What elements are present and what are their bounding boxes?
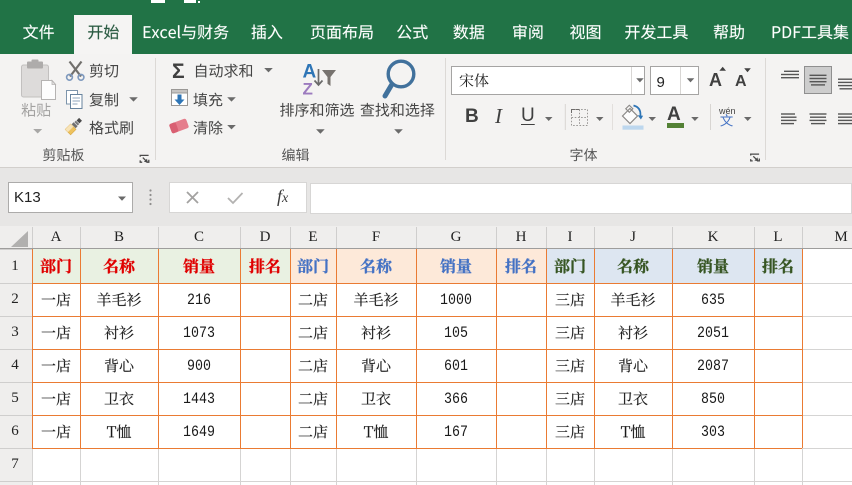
svg-text:Z: Z: [303, 80, 313, 99]
svg-text:9: 9: [657, 74, 665, 91]
svg-text:Σ: Σ: [172, 60, 185, 83]
